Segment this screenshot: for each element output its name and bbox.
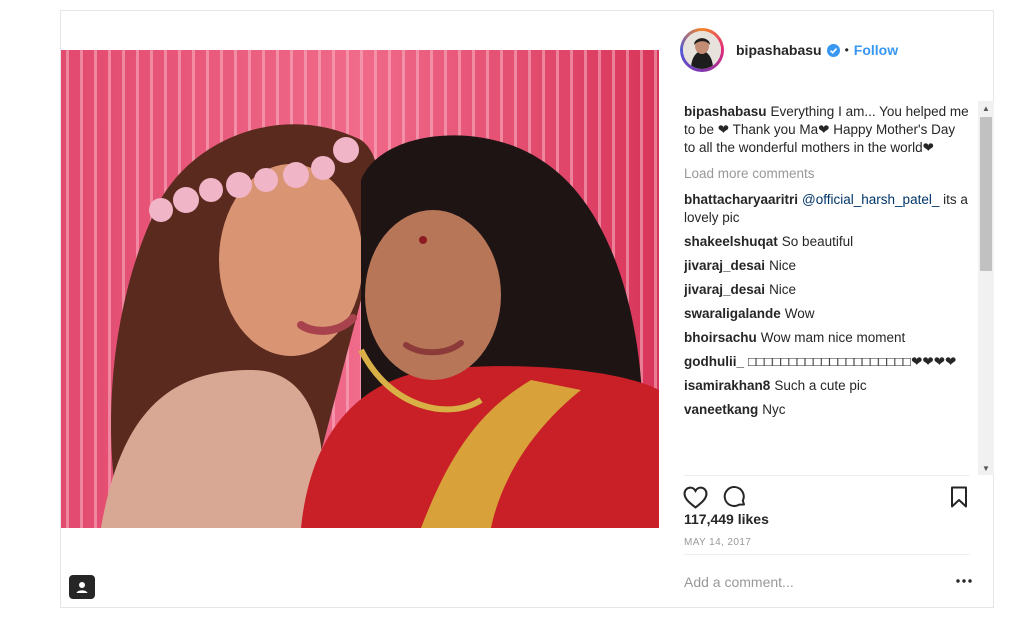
comment-text: Nice xyxy=(769,258,797,273)
comment-item: godhulii_ □□□□□□□□□□□□□□□□□□□□❤❤❤❤ xyxy=(684,353,970,371)
comment-item: shakeelshuqat So beautiful xyxy=(684,233,970,251)
scroll-down-arrow-icon[interactable]: ▼ xyxy=(978,461,994,475)
scrollbar-thumb[interactable] xyxy=(980,117,992,271)
comment-item: isamirakhan8 Such a cute pic xyxy=(684,377,970,395)
post-card: bipashabasu • Follow bipashabasu Everythi… xyxy=(60,10,994,608)
post-sidebar: bipashabasu • Follow bipashabasu Everythi… xyxy=(670,11,994,607)
comment-username[interactable]: bhattacharyaaritri xyxy=(684,192,798,207)
header-username[interactable]: bipashabasu xyxy=(736,42,822,58)
divider xyxy=(684,475,970,476)
ellipsis-icon[interactable] xyxy=(952,573,976,589)
comment-username[interactable]: vaneetkang xyxy=(684,402,758,417)
comment-text: Nyc xyxy=(762,402,786,417)
post-date: MAY 14, 2017 xyxy=(684,537,752,548)
heart-icon[interactable] xyxy=(682,484,708,510)
user-tag-icon[interactable] xyxy=(69,575,95,599)
divider xyxy=(684,554,970,555)
comment-text: Wow xyxy=(784,306,815,321)
post-header: bipashabasu • Follow xyxy=(670,11,994,89)
photo-illustration xyxy=(61,50,659,528)
comment-item: bhoirsachu Wow mam nice moment xyxy=(684,329,970,347)
comment-mention[interactable]: @official_harsh_patel_ xyxy=(802,192,939,207)
avatar-image xyxy=(683,31,721,69)
comment-username[interactable]: godhulii_ xyxy=(684,354,744,369)
comments-list[interactable]: bipashabasu Everything I am... You helped… xyxy=(684,103,970,475)
avatar[interactable] xyxy=(680,28,724,72)
comment-username[interactable]: jivaraj_desai xyxy=(684,258,765,273)
comment-text: Wow mam nice moment xyxy=(760,330,906,345)
comment-username[interactable]: jivaraj_desai xyxy=(684,282,765,297)
scroll-up-arrow-icon[interactable]: ▲ xyxy=(978,101,994,115)
comments-scrollbar[interactable]: ▲ ▼ xyxy=(978,101,994,475)
load-more-comments-button[interactable]: Load more comments xyxy=(684,165,970,183)
follow-button[interactable]: Follow xyxy=(854,42,898,58)
comment-item: jivaraj_desai Nice xyxy=(684,257,970,275)
comment-text: Such a cute pic xyxy=(774,378,867,393)
verified-badge-icon xyxy=(826,43,840,57)
post-photo[interactable] xyxy=(61,50,659,528)
post-caption: bipashabasu Everything I am... You helped… xyxy=(684,103,970,157)
comment-item: bhattacharyaaritri @official_harsh_patel_… xyxy=(684,191,970,227)
comment-username[interactable]: isamirakhan8 xyxy=(684,378,770,393)
bookmark-icon[interactable] xyxy=(946,484,972,510)
comment-text: □□□□□□□□□□□□□□□□□□□□❤❤❤❤ xyxy=(748,354,957,369)
comment-text: Nice xyxy=(769,282,797,297)
like-count[interactable]: 117,449 likes xyxy=(684,511,769,527)
comment-text: So beautiful xyxy=(781,234,854,249)
caption-username[interactable]: bipashabasu xyxy=(684,104,767,119)
comment-item: jivaraj_desai Nice xyxy=(684,281,970,299)
comment-item: swaraligalande Wow xyxy=(684,305,970,323)
comment-item: vaneetkang Nyc xyxy=(684,401,970,419)
comment-username[interactable]: bhoirsachu xyxy=(684,330,757,345)
speech-bubble-icon[interactable] xyxy=(722,484,748,510)
comment-username[interactable]: swaraligalande xyxy=(684,306,781,321)
header-separator: • xyxy=(844,43,849,57)
comment-username[interactable]: shakeelshuqat xyxy=(684,234,778,249)
add-comment-input[interactable] xyxy=(684,571,934,593)
